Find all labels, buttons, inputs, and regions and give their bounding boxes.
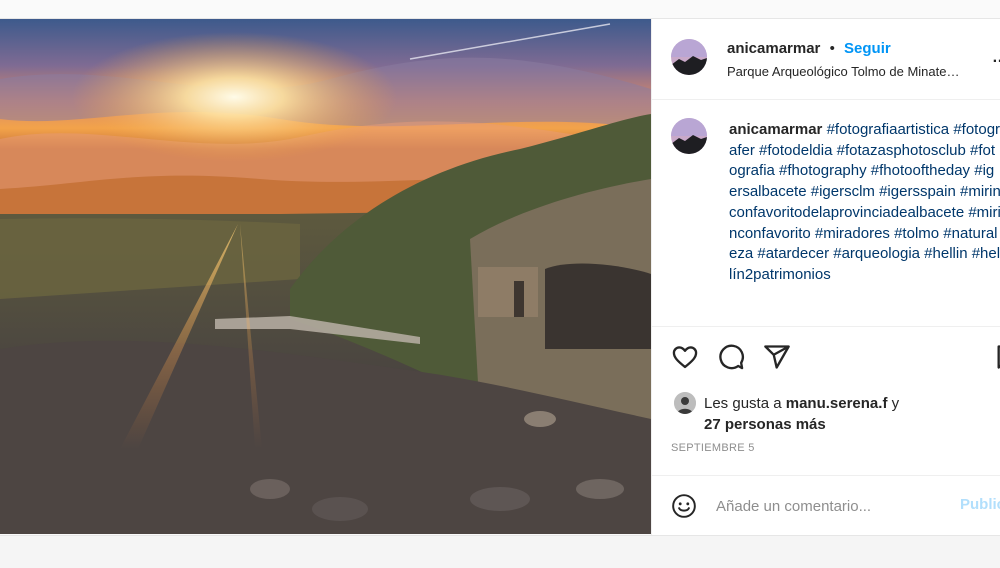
comment-icon[interactable] [717, 343, 745, 371]
header-user-row: anicamarmar • Seguir [727, 40, 891, 57]
emoji-icon[interactable] [671, 493, 697, 519]
post-photo[interactable] [0, 19, 651, 534]
browser-top-strip [0, 0, 1000, 19]
publish-button[interactable]: Publicar [960, 496, 1000, 513]
username-link[interactable]: anicamarmar [727, 40, 820, 57]
caption-text: anicamarmar #fotografiaartistica #fotogr… [729, 120, 1000, 286]
caption-avatar[interactable] [671, 118, 707, 154]
browser-bottom-strip [0, 535, 1000, 568]
bookmark-icon[interactable] [994, 343, 1000, 371]
dot-separator: • [829, 40, 835, 57]
hashtag-link[interactable]: #miradores [815, 225, 890, 242]
post-header: anicamarmar • Seguir Parque Arqueológico… [652, 19, 1000, 100]
hashtag-link[interactable]: #fotazasphotosclub [837, 142, 966, 159]
hashtag-link[interactable]: #fhotography [779, 162, 867, 179]
hashtag-link[interactable]: #igersclm [811, 183, 875, 200]
liker-avatar[interactable] [674, 392, 696, 414]
hashtag-link[interactable]: #fotodeldia [759, 142, 832, 159]
more-options-icon[interactable]: … [992, 49, 1000, 67]
hashtag-link[interactable]: #igersspain [879, 183, 956, 200]
hashtag-link[interactable]: #tolmo [894, 225, 939, 242]
hashtag-link[interactable]: #hellin [924, 245, 967, 262]
hashtag-link[interactable]: #atardecer [757, 245, 829, 262]
location-link[interactable]: Parque Arqueológico Tolmo de Minate… [727, 64, 959, 79]
follow-button[interactable]: Seguir [844, 40, 891, 57]
likes-count[interactable]: 27 personas más [704, 416, 826, 433]
hashtag-link[interactable]: #fhotooftheday [871, 162, 970, 179]
action-bar [652, 327, 1000, 387]
post-date[interactable]: SEPTIEMBRE 5 [671, 442, 755, 454]
hashtag-link[interactable]: #fotografiaartistica [827, 121, 950, 138]
caption-username[interactable]: anicamarmar [729, 121, 822, 138]
hashtag-link[interactable]: #arqueologia [833, 245, 920, 262]
post-side-panel: anicamarmar • Seguir Parque Arqueológico… [651, 19, 1000, 535]
hashtag-list: #fotografiaartistica #fotografer #fotode… [729, 121, 1000, 283]
likes-text: Les gusta a manu.serena.f y 27 personas … [704, 393, 994, 435]
share-icon[interactable] [763, 343, 791, 371]
comment-bar: Publicar [652, 475, 1000, 535]
comment-input[interactable] [716, 494, 926, 518]
heart-icon[interactable] [671, 343, 699, 371]
likes-connector: y [891, 395, 900, 412]
user-avatar[interactable] [671, 39, 707, 75]
likes-prefix: Les gusta a [704, 395, 782, 412]
liker-username[interactable]: manu.serena.f [786, 395, 888, 412]
caption-area: anicamarmar #fotografiaartistica #fotogr… [652, 100, 1000, 327]
